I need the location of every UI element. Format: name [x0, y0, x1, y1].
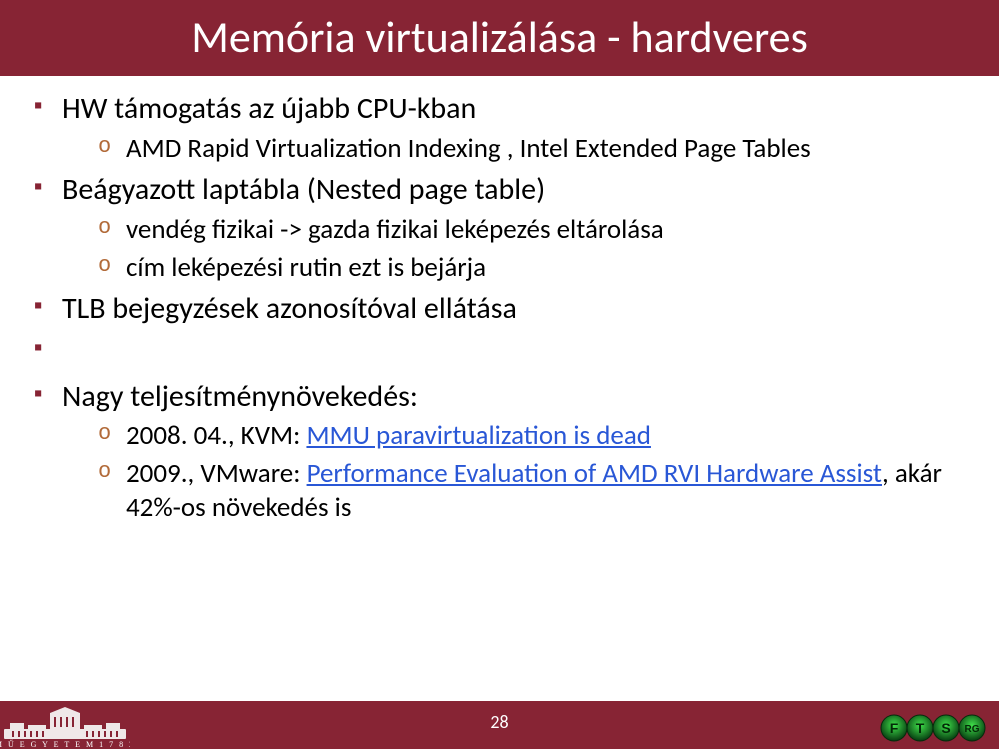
sub-list: vendég fizikai -> gazda fizikai leképezé… — [62, 213, 971, 285]
svg-text:S: S — [941, 720, 950, 736]
footer-right-logos: F T S RG — [881, 713, 985, 743]
logo-rg-icon: RG — [957, 713, 987, 743]
bullet-text: vendég fizikai -> gazda fizikai leképezé… — [126, 213, 664, 246]
footer-left: M Ű E G Y E T E M 1 7 8 2 — [0, 701, 130, 749]
list-item: 2008. 04., KVM: MMU paravirtualization i… — [98, 419, 971, 453]
spacer — [28, 332, 971, 372]
link-mmu-paravirt[interactable]: MMU paravirtualization is dead — [306, 419, 651, 452]
sub-list: 2008. 04., KVM: MMU paravirtualization i… — [62, 419, 971, 524]
slide-title-text: Memória virtualizálása - hardveres — [191, 10, 808, 64]
list-item: vendég fizikai -> gazda fizikai leképezé… — [98, 213, 971, 247]
bullet-text: Nagy teljesítménynövekedés: — [62, 378, 418, 415]
slide-title: Memória virtualizálása - hardveres — [0, 0, 999, 76]
bullet-text: TLB bejegyzések azonosítóval ellátása — [62, 290, 517, 327]
bullet-text: Beágyazott laptábla (Nested page table) — [62, 171, 545, 208]
university-caption: M Ű E G Y E T E M 1 7 8 2 — [0, 739, 130, 749]
bullet-text: 2009., VMware: — [126, 457, 307, 490]
slide: Memória virtualizálása - hardveres HW tá… — [0, 0, 999, 749]
list-item: 2009., VMware: Performance Evaluation of… — [98, 457, 971, 525]
bullet-text: AMD Rapid Virtualization Indexing , Inte… — [126, 132, 811, 165]
svg-text:T: T — [916, 720, 925, 736]
sub-list: AMD Rapid Virtualization Indexing , Inte… — [62, 132, 971, 166]
svg-text:F: F — [890, 720, 899, 736]
bullet-text: cím leképezési rutin ezt is bejárja — [126, 251, 486, 284]
list-item: cím leképezési rutin ezt is bejárja — [98, 251, 971, 285]
link-text: Performance Evaluation of AMD RVI Hardwa… — [307, 457, 882, 490]
page-number: 28 — [490, 711, 508, 733]
list-item: AMD Rapid Virtualization Indexing , Inte… — [98, 132, 971, 166]
svg-text:RG: RG — [965, 724, 980, 735]
bullet-text: HW támogatás az újabb CPU-kban — [62, 90, 476, 127]
bullet-list: HW támogatás az újabb CPU-kban AMD Rapid… — [28, 90, 971, 525]
list-item: TLB bejegyzések azonosítóval ellátása — [28, 290, 971, 328]
bullet-text: 2008. 04., KVM: — [126, 419, 306, 452]
list-item: Beágyazott laptábla (Nested page table) … — [28, 171, 971, 284]
list-item: HW támogatás az újabb CPU-kban AMD Rapid… — [28, 90, 971, 165]
list-item: Nagy teljesítménynövekedés: 2008. 04., K… — [28, 378, 971, 525]
slide-footer: M Ű E G Y E T E M 1 7 8 2 28 F — [0, 701, 999, 749]
slide-content: HW támogatás az újabb CPU-kban AMD Rapid… — [0, 76, 999, 701]
university-logo-icon: M Ű E G Y E T E M 1 7 8 2 — [0, 705, 130, 749]
link-text: MMU paravirtualization is dead — [306, 419, 651, 452]
link-amd-rvi-perf[interactable]: Performance Evaluation of AMD RVI Hardwa… — [307, 457, 882, 490]
